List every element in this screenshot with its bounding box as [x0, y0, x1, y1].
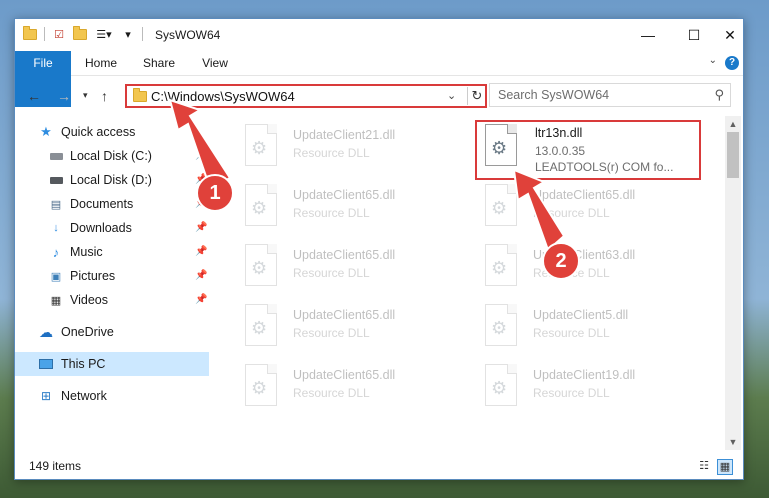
callout-badge-2: 2: [542, 242, 580, 280]
callout-badge-1: 1: [196, 174, 234, 212]
arrow-2: [512, 168, 566, 252]
annotation-arrows: [168, 98, 566, 252]
